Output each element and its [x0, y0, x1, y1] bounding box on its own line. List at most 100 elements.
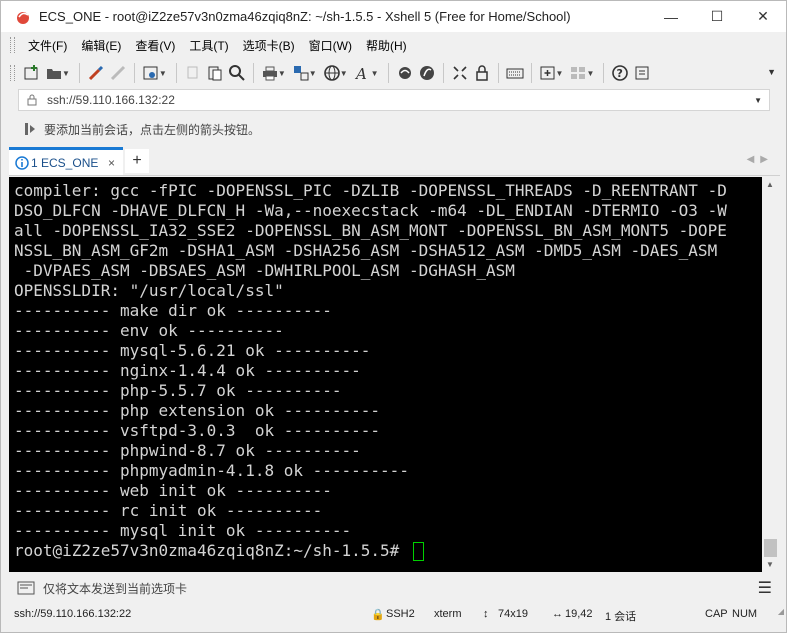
- terminal-line: ---------- php extension ok ----------: [14, 401, 381, 420]
- compose-icon[interactable]: [17, 581, 35, 595]
- find-icon[interactable]: [226, 62, 248, 84]
- address-value[interactable]: ssh://59.110.166.132:22: [47, 93, 175, 107]
- terminal-line: ---------- phpmyadmin-4.1.8 ok ---------…: [14, 461, 409, 480]
- status-size: 74x19: [498, 608, 528, 620]
- terminal-cursor: [413, 542, 424, 561]
- paste-icon[interactable]: [204, 62, 226, 84]
- menu-bar: 文件(F) 编辑(E) 查看(V) 工具(T) 选项卡(B) 窗口(W) 帮助(…: [10, 34, 780, 56]
- terminal-line: ---------- make dir ok ----------: [14, 301, 332, 320]
- terminal-line: DSO_DLFCN -DHAVE_DLFCN_H -Wa,--noexecsta…: [14, 201, 727, 220]
- terminal-line: compiler: gcc -fPIC -DOPENSSL_PIC -DZLIB…: [14, 181, 727, 200]
- status-protocol: SSH2: [386, 608, 415, 620]
- layout-icon[interactable]: [567, 62, 589, 84]
- toolbar-gripper: [10, 65, 15, 81]
- toolbar-separator: [497, 63, 499, 83]
- tab-bar: 1 ECS_ONE × + ◀▶: [9, 147, 780, 176]
- reconnect-icon[interactable]: [85, 62, 107, 84]
- status-sessions: 1 会话: [605, 611, 637, 623]
- svg-text:?: ?: [617, 67, 623, 80]
- compose-menu-icon[interactable]: ☰: [758, 578, 772, 598]
- terminal-line: ---------- vsftpd-3.0.3 ok ----------: [14, 421, 381, 440]
- compose-bar[interactable]: 仅将文本发送到当前选项卡 ☰: [9, 575, 780, 601]
- status-position-icon: ↔: [552, 608, 563, 620]
- terminal-scrollbar[interactable]: ▲ ▼: [762, 177, 779, 572]
- session-hint-bar: 要添加当前会话，点击左侧的箭头按钮。: [18, 118, 778, 140]
- scroll-down-icon[interactable]: ▼: [766, 560, 774, 569]
- terminal-line: ---------- mysql init ok ----------: [14, 521, 352, 540]
- toolbar-separator: [387, 63, 389, 83]
- tab-ecs-one[interactable]: 1 ECS_ONE ×: [9, 147, 123, 175]
- menu-tabs[interactable]: 选项卡(B): [236, 37, 302, 54]
- scroll-thumb[interactable]: [764, 539, 777, 557]
- globe-icon[interactable]: [321, 62, 343, 84]
- status-lock-icon: 🔒: [371, 609, 385, 621]
- address-lock-icon: [27, 94, 37, 106]
- lock-icon[interactable]: [471, 62, 493, 84]
- status-position: 19,42: [565, 608, 593, 620]
- terminal-line: ---------- nginx-1.4.4 ok ----------: [14, 361, 361, 380]
- tab-info-icon: [15, 155, 29, 170]
- font-icon[interactable]: A: [352, 62, 374, 84]
- print-icon[interactable]: [259, 62, 281, 84]
- terminal-line: all -DOPENSSL_IA32_SSE2 -DOPENSSL_BN_ASM…: [14, 221, 727, 240]
- status-connection: ssh://59.110.166.132:22: [14, 608, 132, 620]
- keyboard-icon[interactable]: [504, 62, 526, 84]
- status-caps: CAP: [705, 608, 728, 620]
- script-icon[interactable]: [394, 62, 416, 84]
- status-term: xterm: [434, 608, 462, 620]
- tab-scroll-arrows-icon[interactable]: ◀▶: [747, 154, 774, 165]
- close-button[interactable]: ✕: [740, 1, 786, 32]
- title-bar: ECS_ONE - root@iZ2ze57v3n0zma46zqiq8nZ: …: [1, 1, 786, 32]
- toolbar-separator: [603, 63, 605, 83]
- minimize-button[interactable]: —: [648, 1, 694, 32]
- toolbar-overflow-icon[interactable]: ▼: [767, 67, 776, 77]
- terminal-line: ---------- env ok ----------: [14, 321, 284, 340]
- address-bar[interactable]: ssh://59.110.166.132:22 ▼: [18, 89, 770, 111]
- transfer-icon[interactable]: [290, 62, 312, 84]
- menu-edit[interactable]: 编辑(E): [74, 37, 128, 54]
- status-num: NUM: [732, 608, 758, 620]
- tab-close-icon[interactable]: ×: [108, 156, 115, 170]
- menu-help[interactable]: 帮助(H): [359, 37, 414, 54]
- address-dropdown-icon[interactable]: ▼: [754, 96, 762, 105]
- terminal-line: ---------- rc init ok ----------: [14, 501, 323, 520]
- xftp-icon[interactable]: [416, 62, 438, 84]
- toolbar-separator: [530, 63, 532, 83]
- help-icon[interactable]: ?: [609, 62, 631, 84]
- menu-window[interactable]: 窗口(W): [302, 37, 359, 54]
- add-pane-icon[interactable]: [537, 62, 559, 84]
- properties-icon[interactable]: [140, 62, 162, 84]
- xshell-app-icon: [17, 11, 29, 24]
- menu-view[interactable]: 查看(V): [128, 37, 182, 54]
- maximize-button[interactable]: ☐: [694, 1, 740, 32]
- tab-label: 1 ECS_ONE: [31, 155, 99, 170]
- scroll-up-icon[interactable]: ▲: [766, 180, 774, 189]
- info-icon[interactable]: [631, 62, 653, 84]
- window-title: ECS_ONE - root@iZ2ze57v3n0zma46zqiq8nZ: …: [39, 9, 571, 24]
- new-session-icon[interactable]: [21, 62, 43, 84]
- toolbar-separator: [442, 63, 444, 83]
- menu-tools[interactable]: 工具(T): [182, 37, 235, 54]
- toolbar: ▼ ▼ ▼ ▼ ▼ A ▼ ▼ ▼ ? ▼: [10, 59, 780, 87]
- status-bar: ssh://59.110.166.132:22 🔒 SSH2 xterm ↕ 7…: [1, 604, 786, 626]
- toolbar-separator: [175, 63, 177, 83]
- resize-grip-icon[interactable]: ◢: [778, 607, 784, 616]
- toolbar-separator: [252, 63, 254, 83]
- terminal-line: ---------- php-5.5.7 ok ----------: [14, 381, 342, 400]
- xshell-window: ECS_ONE - root@iZ2ze57v3n0zma46zqiq8nZ: …: [0, 0, 787, 633]
- bookmark-arrow-icon[interactable]: [24, 122, 38, 136]
- terminal-area[interactable]: compiler: gcc -fPIC -DOPENSSL_PIC -DZLIB…: [9, 177, 762, 572]
- disconnect-icon[interactable]: [107, 62, 129, 84]
- open-folder-icon[interactable]: [43, 62, 65, 84]
- copy-icon[interactable]: [182, 62, 204, 84]
- fullscreen-icon[interactable]: [449, 62, 471, 84]
- svg-text:A: A: [354, 65, 367, 82]
- terminal-line: NSSL_BN_ASM_GF2m -DSHA1_ASM -DSHA256_ASM…: [14, 241, 718, 260]
- terminal-line: ---------- phpwind-8.7 ok ----------: [14, 441, 361, 460]
- add-tab-button[interactable]: +: [125, 149, 149, 173]
- toolbar-separator: [133, 63, 135, 83]
- menu-file[interactable]: 文件(F): [21, 37, 74, 54]
- terminal-line: ---------- mysql-5.6.21 ok ----------: [14, 341, 371, 360]
- terminal-line: OPENSSLDIR: "/usr/local/ssl": [14, 281, 284, 300]
- terminal-line: ---------- web init ok ----------: [14, 481, 332, 500]
